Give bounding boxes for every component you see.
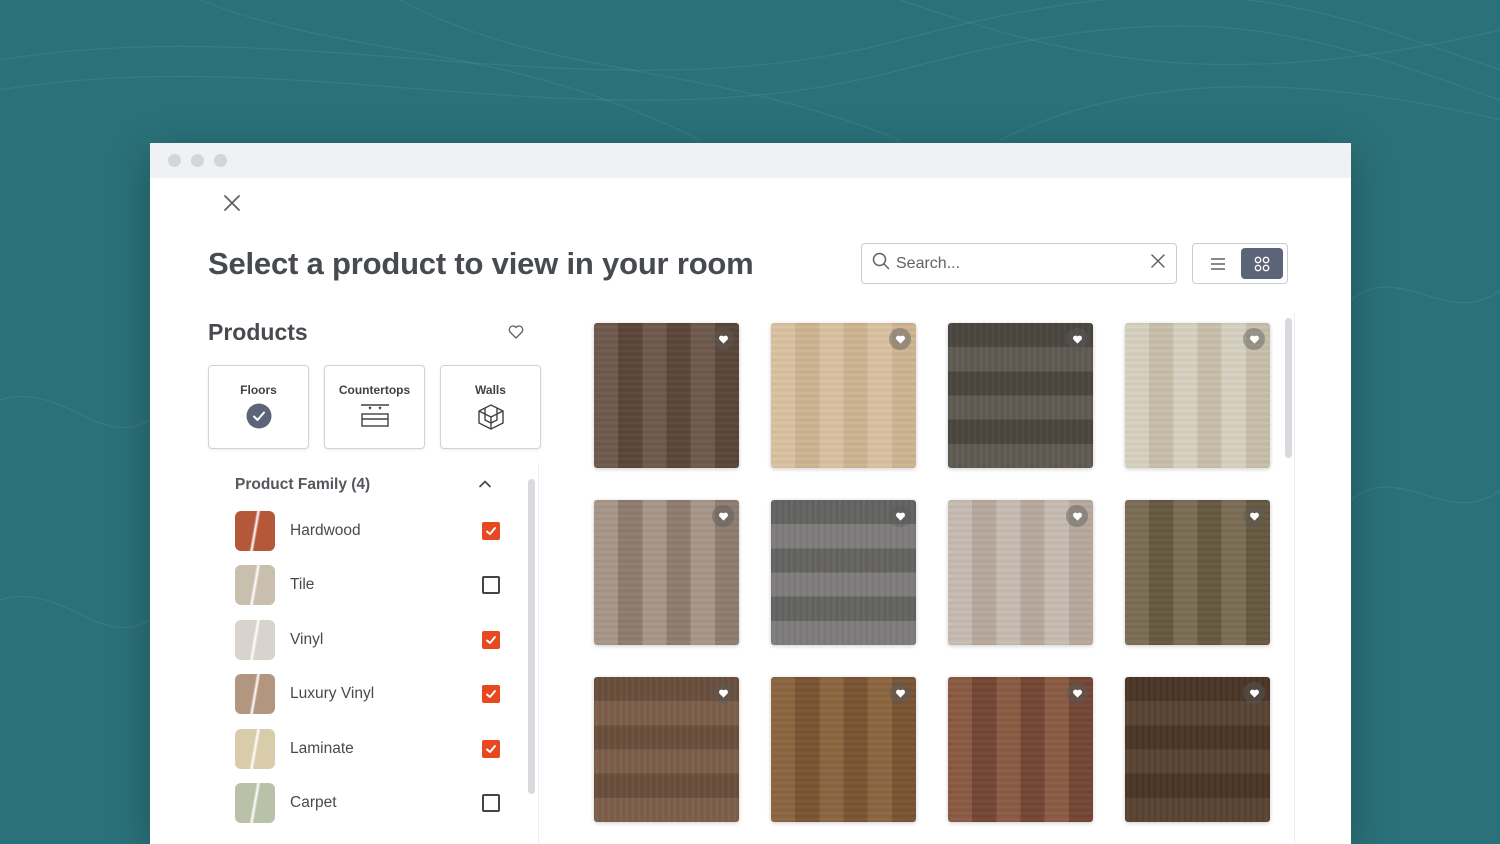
heart-icon[interactable] (712, 505, 734, 527)
product-tile[interactable] (771, 323, 916, 468)
product-tile[interactable] (594, 677, 739, 822)
family-label: Carpet (290, 794, 337, 811)
heart-icon[interactable] (712, 682, 734, 704)
family-checkbox[interactable] (482, 630, 500, 649)
family-swatch (235, 511, 275, 551)
check-icon (486, 527, 496, 535)
product-tile[interactable] (771, 500, 916, 645)
product-family-row[interactable]: Tile (235, 565, 500, 606)
check-icon (486, 690, 496, 699)
wall-cube-icon (477, 404, 504, 430)
family-checkbox[interactable] (482, 739, 500, 758)
filter-panel: Product Family (4) Hardwood Tile Vinyl Luxu… (208, 463, 539, 844)
family-label: Tile (290, 576, 315, 594)
product-family-row[interactable]: Laminate (235, 728, 500, 769)
family-label: Vinyl (290, 630, 324, 648)
heart-icon[interactable] (1243, 505, 1265, 527)
countertop-icon (360, 404, 389, 427)
check-icon (486, 635, 496, 644)
family-label: Luxury Vinyl (290, 685, 375, 703)
list-icon (1211, 257, 1225, 270)
family-checkbox[interactable] (482, 685, 500, 704)
window-dot-close[interactable] (168, 154, 181, 167)
products-heading: Products (208, 319, 308, 345)
category-countertops[interactable]: Countertops (324, 365, 425, 449)
search-box[interactable] (861, 243, 1177, 284)
grid-view-button[interactable] (1241, 248, 1283, 279)
filter-scrollbar[interactable] (528, 479, 535, 794)
family-checkbox[interactable] (482, 522, 500, 540)
product-family-row[interactable]: Carpet (235, 783, 500, 823)
clear-search-icon[interactable] (1150, 253, 1166, 274)
list-view-button[interactable] (1197, 248, 1239, 279)
product-family-heading: Product Family (4) (235, 476, 371, 493)
product-tile[interactable] (1125, 323, 1270, 468)
search-input[interactable] (896, 254, 1150, 273)
product-tile[interactable] (1125, 677, 1270, 822)
heart-icon[interactable] (1243, 682, 1265, 704)
product-tile[interactable] (948, 323, 1093, 468)
category-walls[interactable]: Walls (440, 365, 541, 449)
category-label: Walls (475, 383, 506, 397)
check-icon (486, 744, 496, 753)
product-tile[interactable] (948, 677, 1093, 822)
category-tiles: Floors Countertops Walls (208, 365, 541, 449)
heart-icon[interactable] (1066, 328, 1088, 350)
favorites-heart-icon[interactable] (507, 323, 525, 341)
window-dot-maximize[interactable] (214, 154, 227, 167)
heart-icon[interactable] (889, 682, 911, 704)
heart-icon[interactable] (1066, 682, 1088, 704)
family-swatch (235, 728, 275, 769)
category-label: Floors (240, 383, 277, 397)
close-icon[interactable] (220, 191, 244, 215)
check-circle-icon (246, 403, 271, 429)
family-checkbox[interactable] (482, 576, 500, 595)
family-swatch (235, 783, 275, 823)
window-dot-minimize[interactable] (191, 154, 204, 167)
heart-icon[interactable] (712, 328, 734, 350)
app-window: Select a product to view in your room Pr… (150, 143, 1351, 844)
grid-scrollbar[interactable] (1285, 318, 1292, 458)
grid-icon (1254, 256, 1270, 271)
product-tile[interactable] (1125, 500, 1270, 645)
heart-icon[interactable] (1066, 505, 1088, 527)
heart-icon[interactable] (1243, 328, 1265, 350)
search-icon (872, 252, 890, 275)
category-label: Countertops (338, 383, 411, 397)
view-toggle (1192, 243, 1288, 284)
family-label: Laminate (290, 739, 354, 757)
product-family-row[interactable]: Luxury Vinyl (235, 674, 500, 715)
product-tile[interactable] (594, 323, 739, 468)
family-checkbox[interactable] (482, 794, 500, 812)
chevron-up-icon[interactable] (478, 477, 492, 491)
product-tile[interactable] (771, 677, 916, 822)
product-grid (594, 323, 1274, 822)
product-tile[interactable] (948, 500, 1093, 645)
grid-divider (1294, 313, 1295, 844)
category-floors[interactable]: Floors (208, 365, 309, 449)
page-title: Select a product to view in your room (208, 246, 754, 281)
heart-icon[interactable] (889, 328, 911, 350)
family-swatch (235, 565, 275, 606)
family-label: Hardwood (290, 522, 361, 539)
product-family-row[interactable]: Vinyl (235, 619, 500, 660)
family-swatch (235, 619, 275, 660)
product-tile[interactable] (594, 500, 739, 645)
family-swatch (235, 674, 275, 715)
heart-icon[interactable] (889, 505, 911, 527)
window-titlebar (150, 143, 1351, 178)
product-family-row[interactable]: Hardwood (235, 511, 500, 551)
